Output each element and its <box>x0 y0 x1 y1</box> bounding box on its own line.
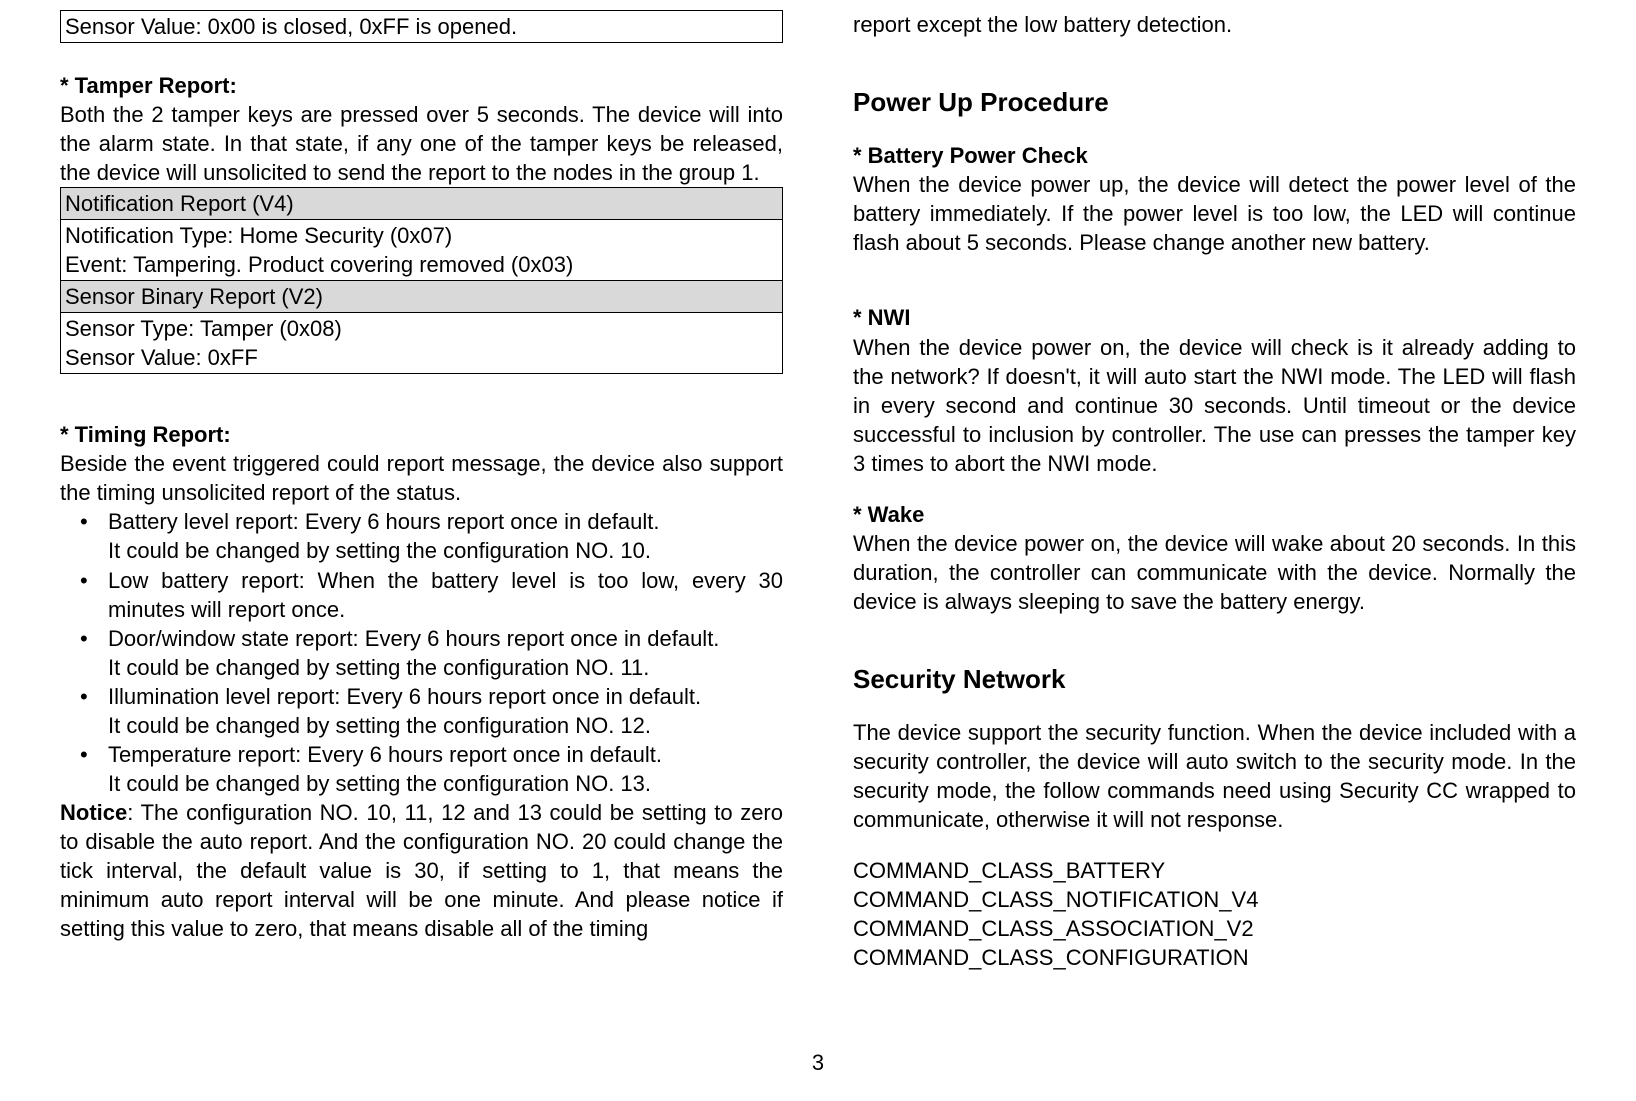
sensor-value-cell: Sensor Value: 0x00 is closed, 0xFF is op… <box>61 11 783 43</box>
timing-report-heading: * Timing Report: <box>60 420 783 449</box>
continuation-text: report except the low battery detection. <box>853 10 1576 39</box>
timing-report-body: Beside the event triggered could report … <box>60 449 783 507</box>
list-item: Door/window state report: Every 6 hours … <box>108 624 783 682</box>
sensor-type-line: Sensor Type: Tamper (0x08) <box>65 314 778 343</box>
timing-report-list: Battery level report: Every 6 hours repo… <box>60 507 783 797</box>
battery-check-body: When the device power up, the device wil… <box>853 170 1576 257</box>
notification-event-line: Event: Tampering. Product covering remov… <box>65 250 778 279</box>
wake-heading: * Wake <box>853 500 1576 529</box>
command-class-list: COMMAND_CLASS_BATTERY COMMAND_CLASS_NOTI… <box>853 856 1576 972</box>
bullet-text: Battery level report: Every 6 hours repo… <box>108 509 660 534</box>
sensor-value-line: Sensor Value: 0xFF <box>65 343 778 372</box>
bullet-subtext: It could be changed by setting the confi… <box>108 713 651 738</box>
battery-check-heading: * Battery Power Check <box>853 141 1576 170</box>
notification-type-line: Notification Type: Home Security (0x07) <box>65 221 778 250</box>
nwi-body: When the device power on, the device wil… <box>853 333 1576 478</box>
left-column: Sensor Value: 0x00 is closed, 0xFF is op… <box>60 10 783 1040</box>
command-class-item: COMMAND_CLASS_ASSOCIATION_V2 <box>853 914 1576 943</box>
tamper-report-table: Notification Report (V4) Notification Ty… <box>60 187 783 374</box>
bullet-text: Low battery report: When the battery lev… <box>108 568 783 622</box>
tamper-report-body: Both the 2 tamper keys are pressed over … <box>60 100 783 187</box>
notification-report-detail: Notification Type: Home Security (0x07) … <box>61 220 783 281</box>
security-network-heading: Security Network <box>853 662 1576 696</box>
bullet-subtext: It could be changed by setting the confi… <box>108 538 651 563</box>
notice-body: : The configuration NO. 10, 11, 12 and 1… <box>60 800 783 941</box>
power-up-heading: Power Up Procedure <box>853 85 1576 119</box>
bullet-subtext: It could be changed by setting the confi… <box>108 771 651 796</box>
bullet-text: Temperature report: Every 6 hours report… <box>108 742 662 767</box>
bullet-text: Door/window state report: Every 6 hours … <box>108 626 719 651</box>
command-class-item: COMMAND_CLASS_NOTIFICATION_V4 <box>853 885 1576 914</box>
security-network-body: The device support the security function… <box>853 718 1576 834</box>
command-class-item: COMMAND_CLASS_BATTERY <box>853 856 1576 885</box>
bullet-text: Illumination level report: Every 6 hours… <box>108 684 701 709</box>
list-item: Temperature report: Every 6 hours report… <box>108 740 783 798</box>
list-item: Illumination level report: Every 6 hours… <box>108 682 783 740</box>
command-class-item: COMMAND_CLASS_CONFIGURATION <box>853 943 1576 972</box>
sensor-value-table: Sensor Value: 0x00 is closed, 0xFF is op… <box>60 10 783 43</box>
sensor-binary-header: Sensor Binary Report (V2) <box>61 281 783 313</box>
page-columns: Sensor Value: 0x00 is closed, 0xFF is op… <box>60 10 1576 1040</box>
page-number: 3 <box>60 1048 1576 1077</box>
sensor-binary-detail: Sensor Type: Tamper (0x08) Sensor Value:… <box>61 313 783 374</box>
wake-body: When the device power on, the device wil… <box>853 529 1576 616</box>
nwi-heading: * NWI <box>853 303 1576 332</box>
notification-report-header: Notification Report (V4) <box>61 188 783 220</box>
notice-label: Notice <box>60 800 127 825</box>
list-item: Battery level report: Every 6 hours repo… <box>108 507 783 565</box>
right-column: report except the low battery detection.… <box>853 10 1576 1040</box>
list-item: Low battery report: When the battery lev… <box>108 566 783 624</box>
tamper-report-heading: * Tamper Report: <box>60 71 783 100</box>
notice-paragraph: Notice: The configuration NO. 10, 11, 12… <box>60 798 783 943</box>
bullet-subtext: It could be changed by setting the confi… <box>108 655 649 680</box>
